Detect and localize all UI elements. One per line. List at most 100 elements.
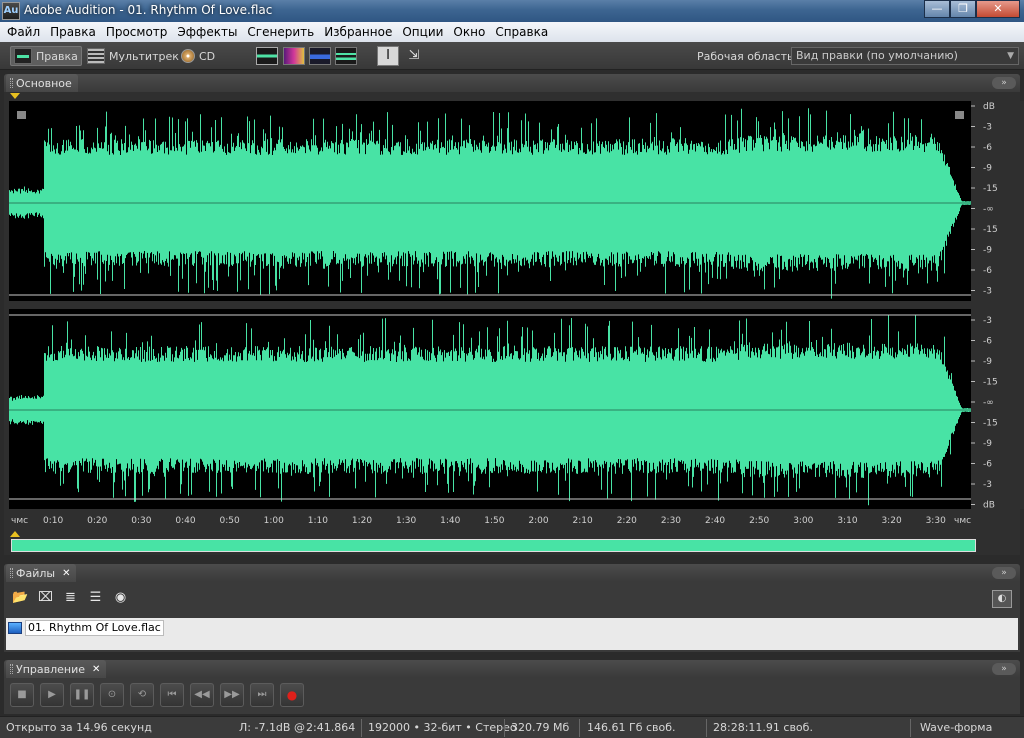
menu-effects[interactable]: Эффекты [172, 25, 242, 39]
edit-file-button[interactable]: ◉ [112, 590, 129, 606]
menu-help[interactable]: Справка [490, 25, 553, 39]
time-tick-label: 1:00 [263, 516, 284, 526]
panel-menu-button[interactable]: » [992, 663, 1016, 675]
transport-panel-header: Управление ✕ » [4, 660, 1020, 678]
db-label: -9 [983, 246, 992, 256]
status-divider [504, 719, 505, 737]
start-marker-icon[interactable] [10, 93, 20, 99]
menu-view[interactable]: Просмотр [101, 25, 173, 39]
play-to-end-button[interactable]: ⊙ [100, 683, 124, 707]
grip-icon [10, 568, 13, 578]
db-label: -∞ [983, 398, 994, 408]
multitrack-view-label: Мультитрек [109, 49, 179, 63]
go-to-end-button[interactable]: ⏭ [250, 683, 274, 707]
time-tick-label: 0:20 [87, 516, 108, 526]
rewind-icon: ◀◀ [194, 689, 210, 700]
end-marker-icon[interactable] [10, 531, 20, 537]
close-file-button[interactable]: ⌧ [37, 590, 54, 606]
time-tick-label: 2:20 [616, 516, 637, 526]
files-list: 01. Rhythm Of Love.flac [6, 618, 1018, 650]
loop-button[interactable]: ⟲ [130, 683, 154, 707]
rewind-button[interactable]: ◀◀ [190, 683, 214, 707]
time-ruler[interactable]: чмс чмс 0:10 0:20 0:30 0:40 0:50 1:00 1:10 1:20… [9, 509, 974, 531]
stop-button[interactable]: ■ [10, 683, 34, 707]
double-chevron-icon: » [1001, 568, 1007, 578]
pause-icon: ❚❚ [73, 689, 91, 700]
db-label: -9 [983, 439, 992, 449]
db-label: -6 [983, 143, 992, 153]
spectral-display-button[interactable] [283, 47, 305, 65]
waveform-editor: dB -3 -6 -9 -15 -∞ -15 -9 -6 -3 -3 -6 -9 -15 -∞ -15 -9 -6… [4, 92, 1024, 555]
close-tab-icon[interactable]: ✕ [62, 568, 70, 579]
close-tab-icon[interactable]: ✕ [92, 664, 100, 675]
db-label: -6 [983, 460, 992, 470]
db-label: -∞ [983, 205, 994, 215]
transport-tab-label: Управление [16, 662, 86, 676]
play-button[interactable]: ▶ [40, 683, 64, 707]
list-item[interactable]: 01. Rhythm Of Love.flac [8, 620, 164, 636]
status-format: 192000 • 32-бит • Стерео [368, 721, 517, 734]
window-title: Adobe Audition - 01. Rhythm Of Love.flac [24, 3, 273, 17]
double-chevron-icon: » [1001, 664, 1007, 674]
multitrack-view-button[interactable]: Мультитрек [84, 46, 182, 66]
time-tick-label: 2:30 [660, 516, 682, 526]
menu-file[interactable]: Файл [2, 25, 45, 39]
db-label: -15 [983, 225, 998, 235]
zoom-overview-bar[interactable] [11, 539, 976, 552]
db-label: -3 [983, 316, 992, 326]
insert-cd-list-button[interactable]: ☰ [87, 590, 104, 606]
maximize-button[interactable]: ❐ [950, 0, 976, 18]
time-tick-label: 0:30 [131, 516, 152, 526]
edit-view-button[interactable]: Правка [10, 46, 82, 66]
marquee-tool-button[interactable]: ⇲ [403, 46, 425, 66]
record-button[interactable]: ● [280, 683, 304, 707]
files-tab[interactable]: Файлы ✕ [6, 564, 77, 582]
insert-multitrack-button[interactable]: ≣ [62, 590, 79, 606]
db-label: -15 [983, 378, 998, 388]
status-divider [361, 719, 362, 737]
status-opened: Открыто за 14.96 секунд [6, 721, 152, 734]
fade-in-handle-icon[interactable] [17, 111, 26, 119]
window-controls: — ❐ ✕ [924, 0, 1020, 18]
menu-favorites[interactable]: Избранное [319, 25, 397, 39]
db-label: -9 [983, 357, 992, 367]
close-button[interactable]: ✕ [976, 0, 1020, 18]
editor-tab[interactable]: Основное [6, 74, 78, 92]
menu-edit[interactable]: Правка [45, 25, 101, 39]
open-folder-icon: 📂 [12, 590, 29, 605]
go-to-start-button[interactable]: ⏮ [160, 683, 184, 707]
waveform-display-button[interactable] [256, 47, 278, 65]
workspace-value: Вид правки (по умолчанию) [796, 49, 958, 62]
menu-window[interactable]: Окно [448, 25, 490, 39]
status-divider [910, 719, 911, 737]
menu-options[interactable]: Опции [397, 25, 448, 39]
grip-icon [10, 78, 13, 88]
status-position: 2:41.864 [306, 721, 356, 734]
db-label: dB [983, 102, 995, 112]
status-view-mode: Wave-форма [920, 721, 993, 734]
workspace-select[interactable]: Вид правки (по умолчанию) ▼ [791, 47, 1019, 65]
panel-menu-button[interactable]: » [992, 77, 1016, 89]
panel-menu-button[interactable]: » [992, 567, 1016, 579]
transport-tab[interactable]: Управление ✕ [6, 660, 107, 678]
editor-panel-header: Основное » [4, 74, 1020, 92]
menu-generate[interactable]: Сгенерить [242, 25, 319, 39]
time-selection-tool-button[interactable]: I [377, 46, 399, 66]
files-view-options-button[interactable]: ◐ [992, 590, 1012, 608]
phase-display-button[interactable] [335, 47, 357, 65]
cd-view-button[interactable]: CD [178, 46, 218, 66]
grip-icon [10, 664, 13, 674]
fast-forward-button[interactable]: ▶▶ [220, 683, 244, 707]
time-tick-label: 2:40 [704, 516, 726, 526]
pause-button[interactable]: ❚❚ [70, 683, 94, 707]
minimize-button[interactable]: — [924, 0, 950, 18]
waveform-display[interactable]: dB -3 -6 -9 -15 -∞ -15 -9 -6 -3 -3 -6 -9 -15 -∞ -15 -9 -6… [9, 101, 1024, 509]
time-tick-label: 2:00 [528, 516, 549, 526]
pan-display-button[interactable] [309, 47, 331, 65]
fade-out-handle-icon[interactable] [955, 111, 964, 119]
open-file-button[interactable]: 📂 [12, 590, 29, 606]
time-tick-label: 3:00 [793, 516, 814, 526]
db-label: dB [983, 501, 995, 510]
audition-app-icon: Au [2, 2, 20, 20]
time-tick-label: 1:20 [351, 516, 373, 526]
